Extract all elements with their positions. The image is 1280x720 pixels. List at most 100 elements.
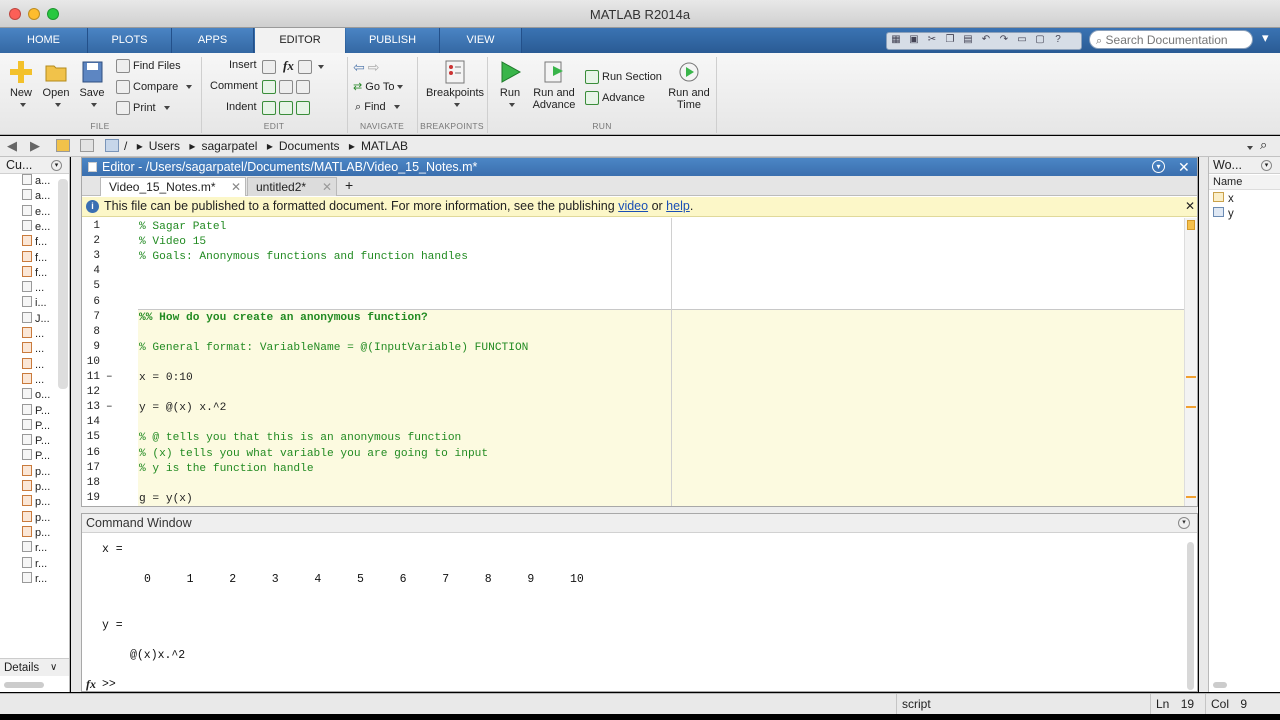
code-line[interactable] [138, 326, 1184, 341]
executable-line-marker[interactable]: – [106, 401, 113, 413]
function-browser-icon[interactable]: fx [86, 677, 96, 692]
run-section-button[interactable]: Run Section [585, 70, 662, 84]
browse-folder-icon[interactable] [80, 139, 94, 152]
find-files-button[interactable]: Find Files [116, 59, 181, 73]
command-window-menu-icon[interactable]: ▾ [1178, 517, 1190, 529]
insert-section-icon[interactable] [262, 60, 276, 75]
search-documentation-input[interactable]: ⌕ Search Documentation [1089, 30, 1253, 49]
line-number[interactable]: 7 [82, 311, 100, 323]
wrap-comments-icon[interactable] [296, 80, 310, 94]
panel-menu-icon[interactable]: ▾ [51, 160, 62, 171]
workspace-column-name[interactable]: Name [1209, 175, 1280, 190]
close-tab-icon[interactable]: ✕ [322, 178, 332, 196]
tab-editor[interactable]: EDITOR [255, 28, 345, 54]
breadcrumb-users[interactable]: Users [149, 139, 180, 153]
copy-icon[interactable]: ❐ [942, 34, 958, 48]
comment-button[interactable]: Comment [210, 80, 258, 92]
indent-button[interactable]: Indent [226, 101, 257, 113]
video-link[interactable]: video [618, 199, 648, 213]
close-tab-icon[interactable]: ✕ [231, 178, 241, 196]
decrease-indent-icon[interactable] [296, 101, 310, 115]
code-line[interactable] [138, 386, 1184, 401]
code-area[interactable]: % Sagar Patel% Video 15% Goals: Anonymou… [138, 218, 1184, 506]
line-number[interactable]: 15 [82, 431, 100, 443]
file-list-item[interactable]: r... [22, 556, 70, 572]
splitter[interactable] [71, 157, 81, 692]
splitter[interactable] [1199, 157, 1208, 692]
code-line[interactable]: % General format: VariableName = @(Input… [138, 341, 1184, 356]
tab-apps[interactable]: APPS [172, 28, 254, 53]
insert-more-icon[interactable] [297, 60, 312, 75]
line-number[interactable]: 1 [82, 220, 100, 232]
code-line[interactable] [138, 356, 1184, 371]
cut-icon[interactable]: ✂ [924, 34, 940, 48]
line-number[interactable]: 11 [82, 371, 100, 383]
print-button[interactable]: Print [116, 101, 170, 115]
code-line[interactable]: % y is the function handle [138, 462, 1184, 477]
code-line[interactable] [138, 477, 1184, 492]
chevron-down-icon[interactable] [317, 65, 324, 70]
path-dropdown-icon[interactable] [1244, 140, 1253, 154]
code-line[interactable]: g = y(x) [138, 492, 1184, 507]
code-analyzer-indicator[interactable] [1187, 220, 1195, 230]
file-list-item[interactable]: o... [22, 388, 70, 403]
warning-marker[interactable] [1186, 496, 1196, 498]
search-folder-icon[interactable]: ⌕ [1260, 137, 1267, 153]
line-number[interactable]: 8 [82, 326, 100, 338]
code-line[interactable]: % (x) tells you what variable you are go… [138, 447, 1184, 462]
line-number[interactable]: 9 [82, 341, 100, 353]
breadcrumb-root[interactable]: / [124, 139, 127, 153]
line-number[interactable]: 13 [82, 401, 100, 413]
line-number[interactable]: 17 [82, 462, 100, 474]
file-list-item[interactable]: P... [22, 418, 70, 434]
warning-marker[interactable] [1186, 376, 1196, 378]
fx-icon[interactable]: fx [283, 58, 294, 73]
run-and-time-button[interactable]: Run and Time [666, 59, 712, 111]
code-line[interactable] [138, 265, 1184, 280]
breakpoints-button[interactable]: Breakpoints [424, 59, 486, 111]
uncomment-icon[interactable] [279, 80, 293, 94]
file-list-item[interactable]: p... [22, 510, 70, 526]
back-arrow-icon[interactable]: ◀ [7, 138, 17, 154]
code-line[interactable]: y = @(x) x.^2 [138, 401, 1184, 416]
help-icon[interactable]: ? [1050, 34, 1066, 48]
paste-icon[interactable]: ▤ [960, 34, 976, 48]
line-number[interactable]: 19 [82, 492, 100, 504]
tab-video-15-notes[interactable]: Video_15_Notes.m* ✕ [100, 177, 246, 196]
comment-percent-icon[interactable] [262, 80, 276, 94]
forward-arrow-icon[interactable]: ⇨ [368, 59, 380, 75]
workspace-var-y[interactable]: y [1213, 207, 1234, 220]
back-arrow-icon[interactable]: ⇦ [353, 59, 365, 75]
file-list-item[interactable]: p... [22, 525, 70, 541]
run-and-advance-button[interactable]: Run and Advance [531, 59, 577, 111]
line-number[interactable]: 16 [82, 447, 100, 459]
horizontal-scrollbar[interactable] [1213, 682, 1227, 688]
file-list-item[interactable]: p... [22, 495, 70, 510]
executable-line-marker[interactable]: – [106, 371, 113, 383]
command-window-scrollbar[interactable] [1187, 542, 1194, 690]
increase-indent-icon[interactable] [279, 101, 293, 115]
compare-button[interactable]: Compare [116, 80, 193, 94]
tab-home[interactable]: HOME [0, 28, 88, 53]
code-line[interactable]: % Sagar Patel [138, 220, 1184, 235]
tab-publish[interactable]: PUBLISH [346, 28, 440, 53]
code-line[interactable]: x = 0:10 [138, 371, 1184, 386]
breadcrumb-documents[interactable]: Documents [279, 139, 340, 153]
line-number[interactable]: 2 [82, 235, 100, 247]
file-list-item[interactable]: P... [22, 449, 70, 464]
ribbon-menu-icon[interactable]: ▾ [1262, 30, 1278, 50]
go-to-button[interactable]: ⇄ Go To [353, 80, 404, 93]
line-number[interactable]: 4 [82, 265, 100, 277]
advance-button[interactable]: Advance [585, 91, 645, 105]
code-line[interactable]: % @ tells you that this is an anonymous … [138, 431, 1184, 446]
smart-indent-icon[interactable] [262, 101, 276, 115]
community-icon[interactable]: ▢ [1032, 34, 1048, 48]
redo-icon[interactable]: ↷ [996, 34, 1012, 48]
editor-scrollbar[interactable] [1184, 218, 1197, 506]
command-prompt[interactable]: >> [102, 678, 116, 691]
code-line[interactable] [138, 296, 1184, 311]
code-line[interactable] [138, 416, 1184, 431]
code-line[interactable] [138, 280, 1184, 295]
workspace-var-x[interactable]: x [1213, 192, 1234, 205]
close-info-icon[interactable]: ✕ [1185, 197, 1195, 216]
